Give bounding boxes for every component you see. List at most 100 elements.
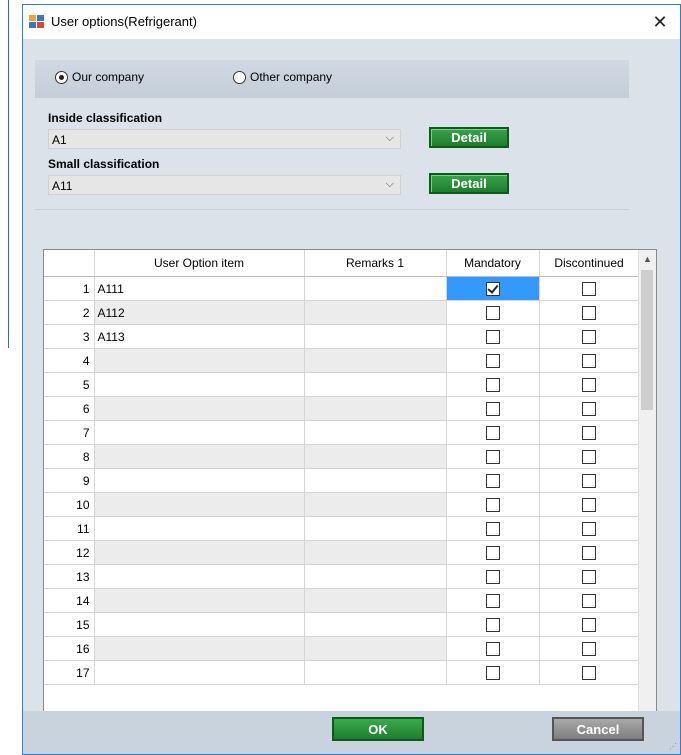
discontinued-checkbox[interactable] bbox=[582, 353, 596, 368]
discontinued-checkbox[interactable] bbox=[582, 593, 596, 608]
table-row[interactable]: 16 bbox=[44, 636, 640, 661]
inside-detail-button[interactable]: Detail bbox=[429, 127, 509, 148]
column-header-mandatory[interactable]: Mandatory bbox=[446, 250, 540, 277]
cell-discontinued[interactable] bbox=[539, 516, 640, 541]
cell-mandatory[interactable] bbox=[446, 540, 540, 565]
mandatory-checkbox[interactable] bbox=[485, 593, 500, 608]
mandatory-checkbox[interactable] bbox=[485, 569, 500, 584]
cell-discontinued[interactable] bbox=[539, 276, 640, 301]
cell-mandatory[interactable] bbox=[446, 516, 540, 541]
cell-remarks[interactable] bbox=[304, 540, 447, 565]
cell-remarks[interactable] bbox=[304, 324, 447, 349]
mandatory-checkbox[interactable] bbox=[485, 473, 500, 488]
table-row[interactable]: 5 bbox=[44, 372, 640, 397]
cell-discontinued[interactable] bbox=[539, 492, 640, 517]
cell-discontinued[interactable] bbox=[539, 396, 640, 421]
cell-remarks[interactable] bbox=[304, 300, 447, 325]
cancel-button[interactable]: Cancel bbox=[552, 717, 644, 741]
cell-discontinued[interactable] bbox=[539, 468, 640, 493]
discontinued-checkbox[interactable] bbox=[582, 497, 596, 512]
cell-mandatory[interactable] bbox=[446, 588, 540, 613]
user-option-grid[interactable]: User Option item Remarks 1 Mandatory Dis… bbox=[43, 249, 657, 734]
discontinued-checkbox[interactable] bbox=[582, 521, 596, 536]
cell-remarks[interactable] bbox=[304, 660, 447, 685]
cell-discontinued[interactable] bbox=[539, 324, 640, 349]
cell-mandatory[interactable] bbox=[446, 444, 540, 469]
cell-mandatory[interactable] bbox=[446, 276, 540, 301]
mandatory-checkbox[interactable] bbox=[485, 353, 500, 368]
table-row[interactable]: 11 bbox=[44, 516, 640, 541]
cell-option-item[interactable] bbox=[94, 636, 305, 661]
mandatory-checkbox[interactable] bbox=[485, 425, 500, 440]
discontinued-checkbox[interactable] bbox=[582, 377, 596, 392]
small-detail-button[interactable]: Detail bbox=[429, 173, 509, 194]
discontinued-checkbox[interactable] bbox=[582, 665, 596, 680]
cell-remarks[interactable] bbox=[304, 372, 447, 397]
mandatory-checkbox[interactable] bbox=[485, 305, 500, 320]
cell-remarks[interactable] bbox=[304, 588, 447, 613]
cell-remarks[interactable] bbox=[304, 348, 447, 373]
discontinued-checkbox[interactable] bbox=[582, 641, 596, 656]
cell-remarks[interactable] bbox=[304, 276, 447, 301]
cell-remarks[interactable] bbox=[304, 492, 447, 517]
cell-mandatory[interactable] bbox=[446, 396, 540, 421]
cell-mandatory[interactable] bbox=[446, 564, 540, 589]
cell-discontinued[interactable] bbox=[539, 348, 640, 373]
cell-discontinued[interactable] bbox=[539, 564, 640, 589]
cell-remarks[interactable] bbox=[304, 396, 447, 421]
cell-mandatory[interactable] bbox=[446, 420, 540, 445]
ok-button[interactable]: OK bbox=[332, 717, 424, 741]
table-row[interactable]: 17 bbox=[44, 660, 640, 685]
cell-mandatory[interactable] bbox=[446, 660, 540, 685]
table-row[interactable]: 9 bbox=[44, 468, 640, 493]
discontinued-checkbox[interactable] bbox=[582, 569, 596, 584]
discontinued-checkbox[interactable] bbox=[582, 473, 596, 488]
cell-option-item[interactable]: A112 bbox=[94, 300, 305, 325]
column-header-item[interactable]: User Option item bbox=[94, 250, 305, 277]
table-row[interactable]: 4 bbox=[44, 348, 640, 373]
table-row[interactable]: 12 bbox=[44, 540, 640, 565]
cell-remarks[interactable] bbox=[304, 468, 447, 493]
table-row[interactable]: 13 bbox=[44, 564, 640, 589]
discontinued-checkbox[interactable] bbox=[582, 305, 596, 320]
cell-remarks[interactable] bbox=[304, 420, 447, 445]
cell-discontinued[interactable] bbox=[539, 300, 640, 325]
cell-discontinued[interactable] bbox=[539, 612, 640, 637]
column-header-discontinued[interactable]: Discontinued bbox=[539, 250, 640, 277]
cell-remarks[interactable] bbox=[304, 636, 447, 661]
cell-option-item[interactable] bbox=[94, 492, 305, 517]
cell-option-item[interactable] bbox=[94, 372, 305, 397]
cell-discontinued[interactable] bbox=[539, 420, 640, 445]
cell-mandatory[interactable] bbox=[446, 324, 540, 349]
discontinued-checkbox[interactable] bbox=[582, 449, 596, 464]
table-row[interactable]: 8 bbox=[44, 444, 640, 469]
close-button[interactable]: ✕ bbox=[640, 5, 680, 39]
table-row[interactable]: 15 bbox=[44, 612, 640, 637]
cell-mandatory[interactable] bbox=[446, 348, 540, 373]
cell-discontinued[interactable] bbox=[539, 444, 640, 469]
cell-option-item[interactable] bbox=[94, 564, 305, 589]
inside-classification-select[interactable]: A1 ⌵ bbox=[48, 129, 401, 149]
cell-remarks[interactable] bbox=[304, 612, 447, 637]
cell-mandatory[interactable] bbox=[446, 468, 540, 493]
cell-remarks[interactable] bbox=[304, 564, 447, 589]
cell-option-item[interactable] bbox=[94, 348, 305, 373]
cell-option-item[interactable] bbox=[94, 444, 305, 469]
chevron-up-icon[interactable]: ▲ bbox=[639, 250, 656, 267]
resize-grip-icon[interactable]: ⋰ bbox=[669, 742, 677, 751]
cell-option-item[interactable] bbox=[94, 540, 305, 565]
mandatory-checkbox[interactable] bbox=[485, 449, 500, 464]
radio-other-company[interactable]: Other company bbox=[233, 70, 332, 84]
scrollbar-thumb[interactable] bbox=[641, 270, 653, 410]
cell-option-item[interactable] bbox=[94, 468, 305, 493]
cell-discontinued[interactable] bbox=[539, 660, 640, 685]
discontinued-checkbox[interactable] bbox=[582, 281, 596, 296]
mandatory-checkbox[interactable] bbox=[485, 545, 500, 560]
table-row[interactable]: 3 A113 bbox=[44, 324, 640, 349]
cell-discontinued[interactable] bbox=[539, 636, 640, 661]
table-row[interactable]: 14 bbox=[44, 588, 640, 613]
cell-discontinued[interactable] bbox=[539, 540, 640, 565]
cell-option-item[interactable] bbox=[94, 516, 305, 541]
mandatory-checkbox[interactable] bbox=[485, 665, 500, 680]
cell-discontinued[interactable] bbox=[539, 372, 640, 397]
